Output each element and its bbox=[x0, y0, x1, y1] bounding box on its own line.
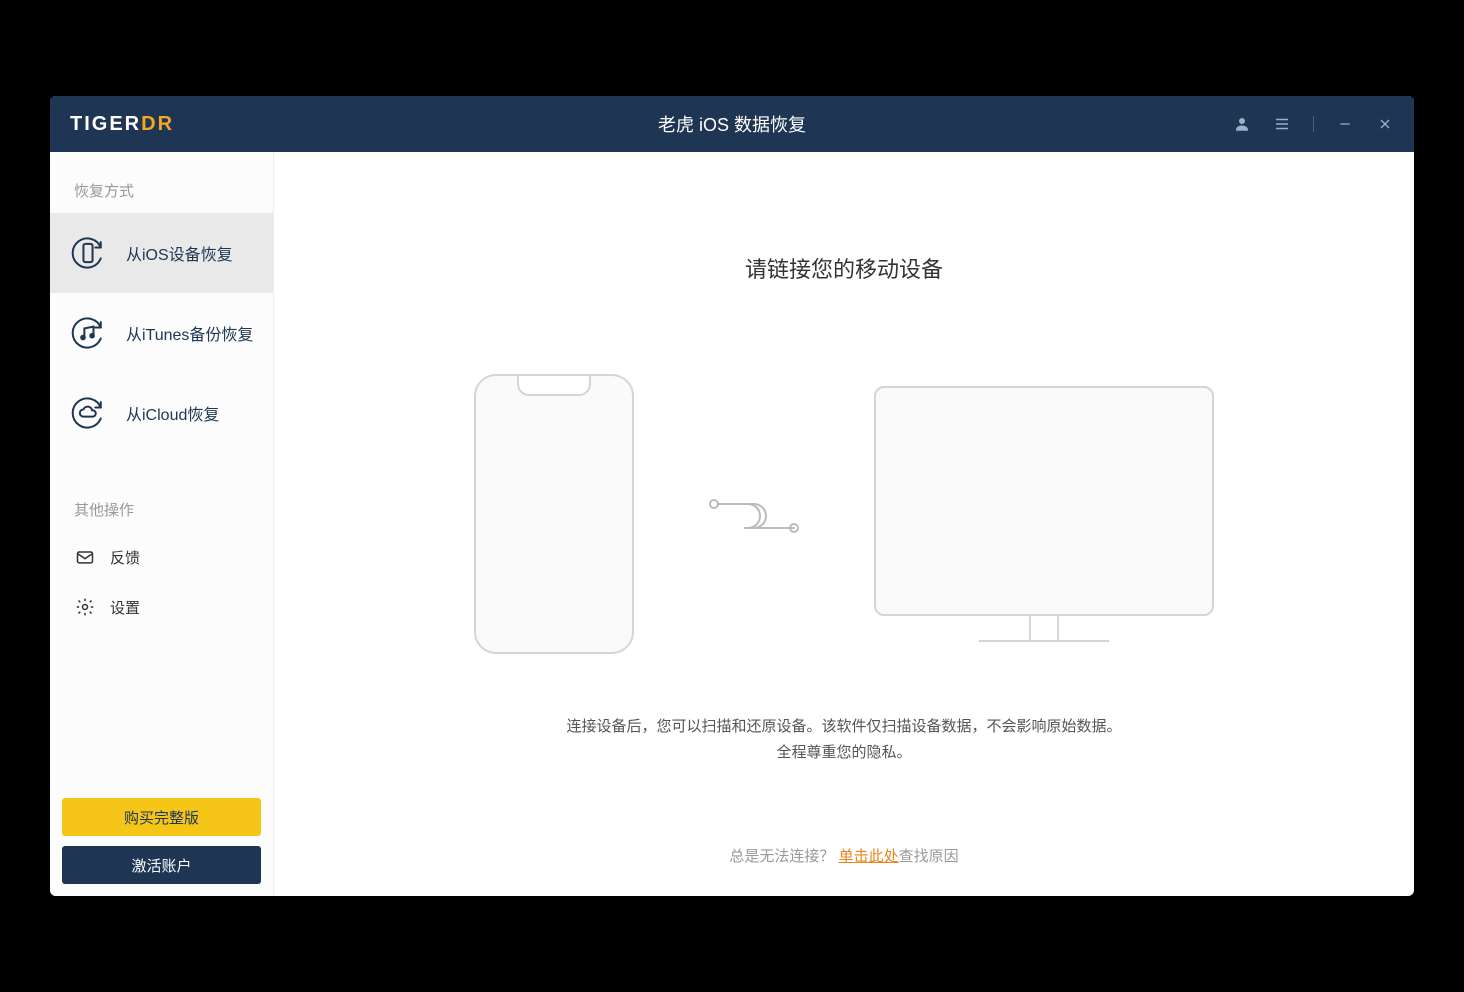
connect-device-heading: 请链接您的移动设备 bbox=[745, 252, 943, 284]
close-button[interactable] bbox=[1376, 115, 1394, 133]
cable-icon bbox=[704, 489, 804, 539]
cloud-refresh-icon bbox=[68, 393, 108, 433]
app-body: 恢复方式 从iOS设备恢复 bbox=[50, 152, 1414, 896]
gear-icon bbox=[74, 596, 96, 618]
titlebar-divider bbox=[1313, 116, 1314, 132]
troubleshoot-footer: 总是无法连接？ 单击此处查找原因 bbox=[729, 805, 958, 866]
phone-illustration bbox=[474, 374, 634, 654]
menu-icon[interactable] bbox=[1273, 115, 1291, 133]
envelope-icon bbox=[74, 546, 96, 568]
music-refresh-icon bbox=[68, 313, 108, 353]
titlebar-controls bbox=[1233, 115, 1394, 133]
sidebar-item-settings[interactable]: 设置 bbox=[50, 582, 273, 632]
minimize-button[interactable] bbox=[1336, 115, 1354, 133]
activate-account-button[interactable]: 激活账户 bbox=[62, 846, 261, 884]
sidebar-item-ios-device[interactable]: 从iOS设备恢复 bbox=[50, 213, 273, 293]
sidebar-section-recovery: 恢复方式 bbox=[50, 164, 273, 213]
buy-full-button[interactable]: 购买完整版 bbox=[62, 798, 261, 836]
sidebar-section-other: 其他操作 bbox=[50, 483, 273, 532]
sidebar-buttons: 购买完整版 激活账户 bbox=[50, 786, 273, 896]
sidebar-item-label: 从iOS设备恢复 bbox=[126, 241, 233, 265]
sidebar-item-label: 反馈 bbox=[110, 547, 140, 568]
window-title: 老虎 iOS 数据恢复 bbox=[658, 111, 806, 137]
phone-refresh-icon bbox=[68, 233, 108, 273]
account-icon[interactable] bbox=[1233, 115, 1251, 133]
monitor-illustration bbox=[874, 386, 1214, 642]
main-content: 请链接您的移动设备 bbox=[274, 152, 1414, 896]
footer-suffix: 查找原因 bbox=[899, 848, 959, 865]
sidebar-item-label: 从iCloud恢复 bbox=[126, 401, 219, 425]
app-window: TIGERDR 老虎 iOS 数据恢复 恢复方式 bbox=[50, 96, 1414, 896]
footer-prefix: 总是无法连接？ bbox=[729, 848, 834, 865]
logo-suffix: DR bbox=[141, 113, 174, 135]
app-logo: TIGERDR bbox=[70, 113, 174, 136]
description-line-1: 连接设备后，您可以扫描和还原设备。该软件仅扫描设备数据，不会影响原始数据。 bbox=[566, 714, 1121, 740]
description-line-2: 全程尊重您的隐私。 bbox=[566, 740, 1121, 766]
sidebar: 恢复方式 从iOS设备恢复 bbox=[50, 152, 274, 896]
description-text: 连接设备后，您可以扫描和还原设备。该软件仅扫描设备数据，不会影响原始数据。 全程… bbox=[566, 714, 1121, 765]
troubleshoot-link[interactable]: 单击此处 bbox=[839, 848, 899, 865]
sidebar-item-itunes[interactable]: 从iTunes备份恢复 bbox=[50, 293, 273, 373]
titlebar: TIGERDR 老虎 iOS 数据恢复 bbox=[50, 96, 1414, 152]
sidebar-item-icloud[interactable]: 从iCloud恢复 bbox=[50, 373, 273, 453]
sidebar-item-label: 从iTunes备份恢复 bbox=[126, 321, 253, 345]
logo-prefix: TIGER bbox=[70, 113, 141, 135]
sidebar-item-feedback[interactable]: 反馈 bbox=[50, 532, 273, 582]
sidebar-item-label: 设置 bbox=[110, 597, 140, 618]
connect-illustration bbox=[474, 374, 1214, 654]
